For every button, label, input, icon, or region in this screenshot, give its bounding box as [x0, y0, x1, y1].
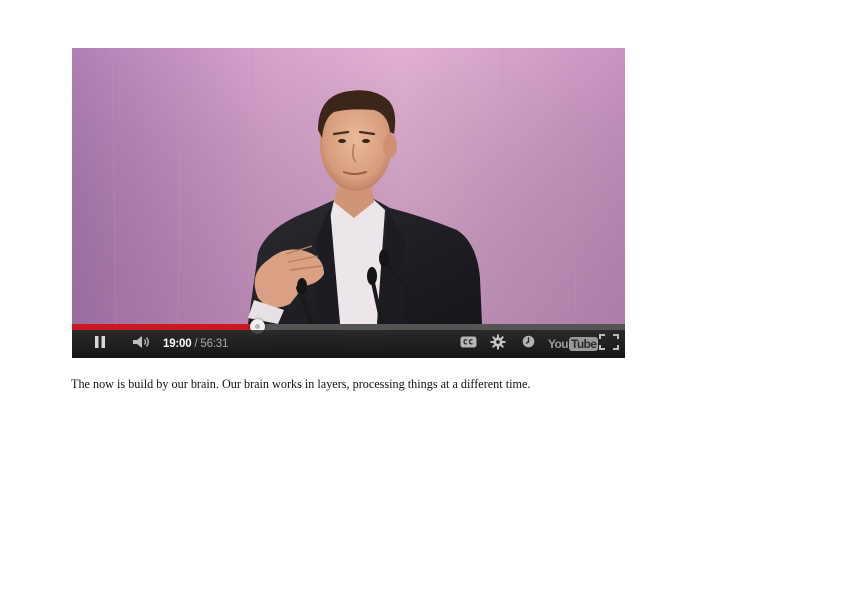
total-duration: 56:31	[200, 338, 229, 350]
video-player[interactable]: 19:00 / 56:31 You Tube	[72, 48, 625, 358]
control-bar: 19:00 / 56:31 You Tube	[72, 330, 625, 358]
captions-button[interactable]	[457, 330, 479, 358]
video-caption-text: The now is build by our brain. Our brain…	[71, 377, 531, 391]
gear-icon	[490, 334, 506, 355]
time-separator: /	[194, 338, 198, 350]
fullscreen-button[interactable]	[596, 330, 622, 358]
volume-icon	[132, 335, 152, 354]
closed-captions-icon	[460, 335, 477, 353]
youtube-logo-tube: Tube	[568, 337, 599, 351]
pause-icon	[93, 335, 107, 354]
watch-later-button[interactable]	[518, 330, 538, 358]
pause-button[interactable]	[86, 330, 114, 358]
youtube-logo[interactable]: You Tube	[548, 330, 599, 358]
video-frame[interactable]	[72, 48, 625, 358]
document-page: 19:00 / 56:31 You Tube The now is build …	[0, 0, 842, 595]
settings-button[interactable]	[486, 330, 510, 358]
time-display: 19:00 / 56:31	[163, 330, 228, 358]
volume-button[interactable]	[127, 330, 157, 358]
current-time: 19:00	[163, 338, 192, 350]
clock-icon	[522, 335, 535, 353]
youtube-logo-you: You	[548, 337, 569, 351]
fullscreen-icon	[599, 333, 619, 355]
